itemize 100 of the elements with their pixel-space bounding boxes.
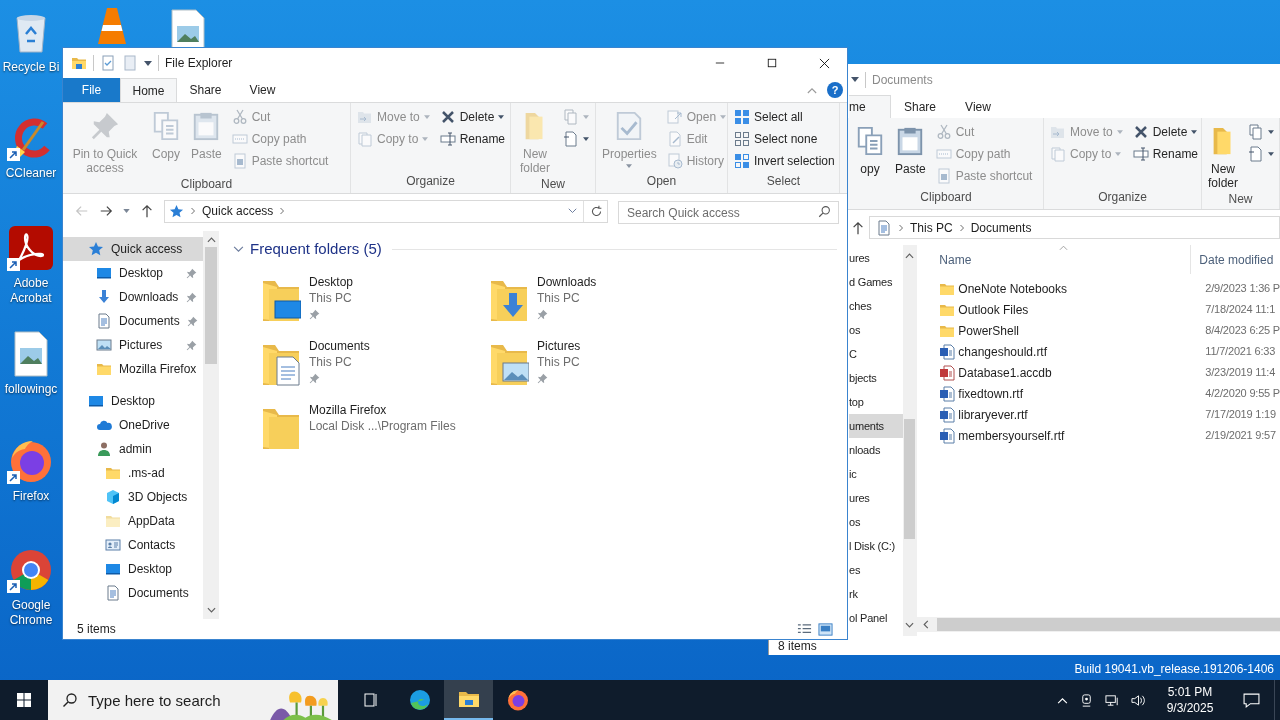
volume-icon[interactable] <box>1131 692 1146 708</box>
pin-icon[interactable] <box>186 291 197 303</box>
nav-item[interactable]: C <box>849 342 903 366</box>
network-icon[interactable] <box>1105 692 1120 708</box>
caret-icon[interactable] <box>851 77 859 82</box>
pin-icon[interactable] <box>186 267 197 279</box>
chevron-down-icon[interactable] <box>568 208 577 214</box>
file-name[interactable]: membersyourself.rtf <box>955 426 1206 445</box>
nav-item[interactable]: d Games <box>849 270 903 294</box>
desktop-icon-label[interactable]: Recycle Bi <box>2 60 60 75</box>
up-arrow-icon[interactable] <box>851 220 865 235</box>
file-name[interactable]: libraryever.rtf <box>955 405 1206 424</box>
ribbon-button[interactable]: Invert selection <box>732 150 837 172</box>
file-name[interactable]: Database1.accdb <box>955 363 1206 382</box>
address-bar[interactable]: This PC Documents <box>869 216 1280 239</box>
ribbon-button[interactable]: Delete <box>437 106 508 128</box>
ribbon-tab[interactable]: Share <box>891 95 949 118</box>
ribbon-button[interactable]: New folder <box>1206 121 1240 190</box>
notification-icon[interactable] <box>1242 691 1260 709</box>
scrollbar[interactable] <box>902 245 918 636</box>
scroll-left-icon[interactable] <box>923 620 930 629</box>
ribbon-button[interactable]: Select all <box>732 106 837 128</box>
desktop-icon-label[interactable]: Google Chrome <box>0 598 62 628</box>
folder-name[interactable]: Mozilla Firefox <box>309 402 456 418</box>
column-header[interactable]: Name <box>939 250 972 269</box>
nav-item[interactable]: Contacts <box>63 533 203 557</box>
large-icons-view-icon[interactable] <box>818 621 833 637</box>
desktop-icon-label[interactable]: followingc <box>4 382 58 397</box>
column-header[interactable]: Date modified <box>1191 250 1274 269</box>
file-name[interactable]: Outlook Files <box>955 300 1206 319</box>
nav-item[interactable]: .ms-ad <box>63 461 203 485</box>
ribbon-button[interactable]: Delete <box>1130 121 1201 143</box>
folder-icon[interactable] <box>71 55 87 71</box>
nav-item[interactable]: Documents <box>63 581 203 605</box>
windows-logo-icon[interactable] <box>16 692 32 708</box>
ribbon-tab[interactable]: Home <box>120 78 177 102</box>
folder-name[interactable]: Pictures <box>537 338 581 354</box>
caret-icon[interactable] <box>123 209 130 213</box>
search-field[interactable]: Search Quick access <box>618 201 839 224</box>
folder-name[interactable]: Documents <box>309 338 370 354</box>
ribbon-button[interactable]: Rename <box>437 128 508 150</box>
pin-icon[interactable] <box>186 339 197 351</box>
file-name[interactable]: OneNote Notebooks <box>955 279 1206 298</box>
nav-item[interactable]: os <box>849 318 903 342</box>
address-bar[interactable]: Quick access <box>164 199 608 223</box>
ribbon-button[interactable] <box>561 128 591 150</box>
folder-name[interactable]: Downloads <box>537 274 597 290</box>
chevron-down-icon[interactable] <box>233 245 244 253</box>
nav-item[interactable]: Pictures <box>63 333 203 357</box>
file-name[interactable]: PowerShell <box>955 321 1206 340</box>
ribbon-button[interactable]: Select none <box>732 128 837 150</box>
folder-icon[interactable] <box>489 343 529 387</box>
nav-item[interactable]: Desktop <box>63 389 203 413</box>
scroll-down-icon[interactable] <box>905 622 915 628</box>
ribbon-button[interactable] <box>1246 121 1276 143</box>
nav-item[interactable]: uments <box>849 414 903 438</box>
breadcrumb[interactable]: Quick access <box>202 202 274 220</box>
ribbon-tab[interactable]: View <box>234 78 291 102</box>
nav-item[interactable]: ic <box>849 462 903 486</box>
scroll-down-icon[interactable] <box>206 607 216 613</box>
nav-item[interactable]: top <box>849 390 903 414</box>
nav-item[interactable]: Documents <box>63 309 203 333</box>
nav-item[interactable]: ol Panel <box>849 606 903 630</box>
horizontal-scrollbar[interactable] <box>917 617 1280 632</box>
browser-icon[interactable] <box>505 688 530 712</box>
nav-item[interactable]: Desktop <box>63 261 203 285</box>
close-icon[interactable] <box>818 57 830 69</box>
nav-item[interactable]: Mozilla Firefox <box>63 357 203 381</box>
file-name[interactable]: changeshould.rtf <box>955 342 1206 361</box>
clock-date[interactable]: 9/3/2025 <box>1166 700 1214 716</box>
desktop-icon-label[interactable]: Firefox <box>12 489 50 504</box>
scrollbar[interactable] <box>203 231 219 619</box>
nav-item[interactable]: bjects <box>849 366 903 390</box>
folder-name[interactable]: Desktop <box>309 274 354 290</box>
breadcrumb[interactable]: This PC <box>910 218 953 237</box>
task-view-icon[interactable] <box>362 692 379 708</box>
clock-time[interactable]: 5:01 PM <box>1167 684 1213 700</box>
scrollbar-thumb[interactable] <box>904 419 916 539</box>
ribbon-button[interactable]: Rename <box>1130 143 1201 165</box>
device-icon[interactable] <box>1079 692 1094 708</box>
taskbar-button[interactable] <box>444 680 493 720</box>
folder-icon[interactable] <box>261 279 301 323</box>
ribbon-tab[interactable]: me <box>849 95 891 118</box>
scroll-up-icon[interactable] <box>905 253 915 259</box>
ribbon-button[interactable] <box>1246 143 1276 165</box>
maximize-icon[interactable] <box>767 58 777 68</box>
search-field[interactable]: Type here to search <box>48 680 338 720</box>
document-app-icon[interactable] <box>7 224 55 272</box>
up-arrow-icon[interactable] <box>140 204 154 218</box>
scrollbar-thumb[interactable] <box>205 247 217 364</box>
desktop-icon-label[interactable]: Adobe Acrobat <box>0 276 62 306</box>
nav-item[interactable]: Desktop <box>63 557 203 581</box>
file-name[interactable]: fixedtown.rtf <box>955 384 1206 403</box>
scrollbar-thumb[interactable] <box>937 618 1280 631</box>
pin-icon[interactable] <box>186 315 198 327</box>
breadcrumb[interactable]: Documents <box>970 218 1032 237</box>
nav-item[interactable]: nloads <box>849 438 903 462</box>
ribbon-tab[interactable]: View <box>949 95 1007 118</box>
desktop-icon-label[interactable]: CCleaner <box>5 166 57 181</box>
ribbon-tab[interactable]: Share <box>177 78 234 102</box>
